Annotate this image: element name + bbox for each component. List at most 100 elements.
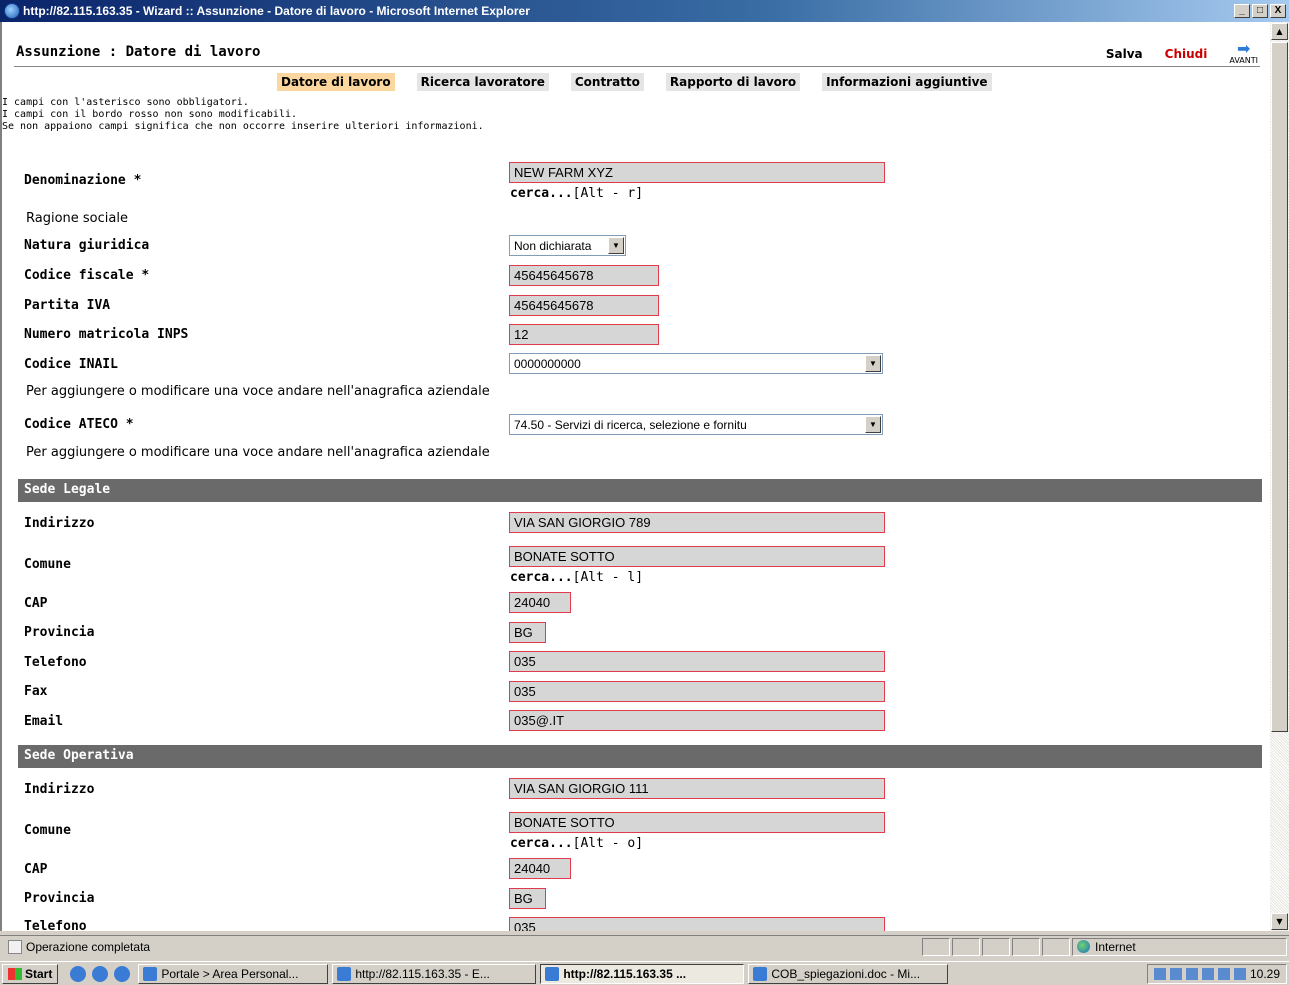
status-panel	[1042, 937, 1070, 956]
codice-ateco-label: Codice ATECO *	[24, 417, 134, 432]
so-comune-label: Comune	[24, 823, 71, 838]
natura-giuridica-select[interactable]: Non dichiarata ▼	[509, 235, 626, 256]
window-title: http://82.115.163.35 - Wizard :: Assunzi…	[23, 4, 530, 18]
internet-explorer-icon	[4, 3, 20, 19]
taskbar-item[interactable]: Portale > Area Personal...	[138, 963, 329, 984]
internet-explorer-icon	[545, 966, 560, 981]
sl-email-field: 035@.IT	[509, 710, 885, 731]
zone-label: Internet	[1095, 939, 1136, 954]
note-line: Se non appaiono campi significa che non …	[2, 121, 484, 132]
taskbar-item-active[interactable]: http://82.115.163.35 ...	[540, 963, 745, 984]
ragione-sociale-label: Ragione sociale	[26, 211, 128, 226]
security-zone: Internet	[1072, 937, 1287, 956]
tray-icon[interactable]	[1153, 967, 1166, 980]
codice-inail-select[interactable]: 0000000000 ▼	[509, 353, 883, 374]
sl-cap-field: 24040	[509, 592, 571, 613]
media-player-icon[interactable]	[114, 965, 131, 982]
sl-telefono-field: 035	[509, 651, 885, 672]
window-controls: _ □ X	[1234, 4, 1286, 18]
status-panel	[952, 937, 980, 956]
taskbar-item-label: COB_spiegazioni.doc - Mi...	[771, 966, 921, 981]
so-telefono-field: 035	[509, 917, 885, 931]
chevron-down-icon[interactable]: ▼	[608, 237, 624, 254]
page-icon	[8, 939, 22, 954]
codice-ateco-value: 74.50 - Servizi di ricerca, selezione e …	[514, 417, 747, 432]
header-divider	[14, 66, 1260, 67]
internet-explorer-icon	[337, 966, 352, 981]
globe-icon	[1077, 940, 1090, 953]
partita-iva-field: 45645645678	[509, 295, 659, 316]
scrollbar-thumb[interactable]	[1271, 42, 1288, 732]
taskbar-item[interactable]: COB_spiegazioni.doc - Mi...	[748, 963, 949, 984]
taskbar-item-label: http://82.115.163.35 - E...	[355, 966, 490, 981]
status-text: Operazione completata	[26, 939, 151, 954]
tab-rapporto-di-lavoro[interactable]: Rapporto di lavoro	[665, 73, 801, 91]
sl-email-label: Email	[24, 714, 64, 729]
word-document-icon	[753, 966, 768, 981]
window-titlebar[interactable]: http://82.115.163.35 - Wizard :: Assunzi…	[0, 0, 1289, 22]
codice-fiscale-label: Codice fiscale *	[24, 268, 150, 283]
scroll-down-button[interactable]: ▼	[1271, 913, 1288, 930]
denominazione-label: Denominazione *	[24, 173, 142, 188]
status-panel	[1012, 937, 1040, 956]
tab-contratto[interactable]: Contratto	[570, 73, 644, 91]
page-title: Assunzione : Datore di lavoro	[16, 44, 261, 60]
sl-provincia-field: BG	[509, 622, 546, 643]
section-sede-legale: Sede Legale	[18, 479, 1262, 502]
section-sede-operativa: Sede Operativa	[18, 745, 1262, 768]
shortcut-hint: [Alt - r]	[572, 186, 644, 201]
so-comune-field: BONATE SOTTO	[509, 812, 885, 833]
tab-datore-di-lavoro[interactable]: Datore di lavoro	[277, 73, 395, 91]
next-label: AVANTI	[1229, 56, 1258, 65]
so-telefono-label: Telefono	[24, 919, 87, 931]
browser-viewport: Assunzione : Datore di lavoro Salva Chiu…	[0, 22, 1289, 931]
minimize-button[interactable]: _	[1234, 4, 1250, 18]
so-indirizzo-label: Indirizzo	[24, 782, 95, 797]
codice-ateco-select[interactable]: 74.50 - Servizi di ricerca, selezione e …	[509, 414, 883, 435]
cerca-comune-legale-link[interactable]: cerca...[Alt - l]	[510, 570, 643, 585]
tray-icon[interactable]	[1201, 967, 1214, 980]
natura-giuridica-value: Non dichiarata	[514, 238, 592, 253]
internet-explorer-icon[interactable]	[70, 965, 87, 982]
scroll-up-button[interactable]: ▲	[1271, 23, 1288, 40]
natura-giuridica-label: Natura giuridica	[24, 238, 150, 253]
clock: 10.29	[1249, 966, 1280, 981]
internet-explorer-icon	[143, 966, 158, 981]
vertical-scrollbar[interactable]: ▲ ▼	[1270, 22, 1289, 931]
taskbar-item-label: http://82.115.163.35 ...	[563, 966, 687, 981]
close-button[interactable]: Chiudi	[1165, 47, 1208, 61]
chevron-down-icon[interactable]: ▼	[865, 355, 881, 372]
wizard-tabs: Datore di lavoro Ricerca lavoratore Cont…	[277, 73, 992, 91]
shortcut-hint: [Alt - l]	[572, 570, 644, 585]
so-provincia-label: Provincia	[24, 891, 95, 906]
sl-cap-label: CAP	[24, 596, 48, 611]
chevron-down-icon[interactable]: ▼	[865, 416, 881, 433]
taskbar-item[interactable]: http://82.115.163.35 - E...	[332, 963, 537, 984]
sl-telefono-label: Telefono	[24, 655, 87, 670]
cerca-denominazione-link[interactable]: cerca...[Alt - r]	[510, 186, 643, 201]
denominazione-field: NEW FARM XYZ	[509, 162, 885, 183]
codice-inail-value: 0000000000	[514, 356, 581, 371]
save-button[interactable]: Salva	[1106, 47, 1143, 61]
ateco-hint: Per aggiungere o modificare una voce and…	[26, 445, 490, 460]
note-line: I campi con l'asterisco sono obbligatori…	[2, 97, 249, 108]
maximize-button[interactable]: □	[1252, 4, 1268, 18]
tab-informazioni-aggiuntive[interactable]: Informazioni aggiuntive	[822, 73, 992, 91]
tray-icon[interactable]	[1169, 967, 1182, 980]
cerca-comune-operativa-link[interactable]: cerca...[Alt - o]	[510, 836, 643, 851]
form-notes: I campi con l'asterisco sono obbligatori…	[2, 97, 484, 133]
so-provincia-field: BG	[509, 888, 546, 909]
start-button[interactable]: Start	[2, 963, 59, 984]
outlook-icon[interactable]	[92, 965, 109, 982]
tab-ricerca-lavoratore[interactable]: Ricerca lavoratore	[416, 73, 549, 91]
status-panel	[982, 937, 1010, 956]
tray-icon[interactable]	[1233, 967, 1246, 980]
close-window-button[interactable]: X	[1270, 4, 1286, 18]
next-button[interactable]: ➡ AVANTI	[1229, 41, 1258, 66]
taskbar: Start Portale > Area Personal... http://…	[0, 961, 1289, 985]
cerca-label: cerca...	[510, 570, 573, 585]
note-line: I campi con il bordo rosso non sono modi…	[2, 109, 298, 120]
sl-comune-label: Comune	[24, 557, 71, 572]
tray-icon[interactable]	[1217, 967, 1230, 980]
tray-icon[interactable]	[1185, 967, 1198, 980]
